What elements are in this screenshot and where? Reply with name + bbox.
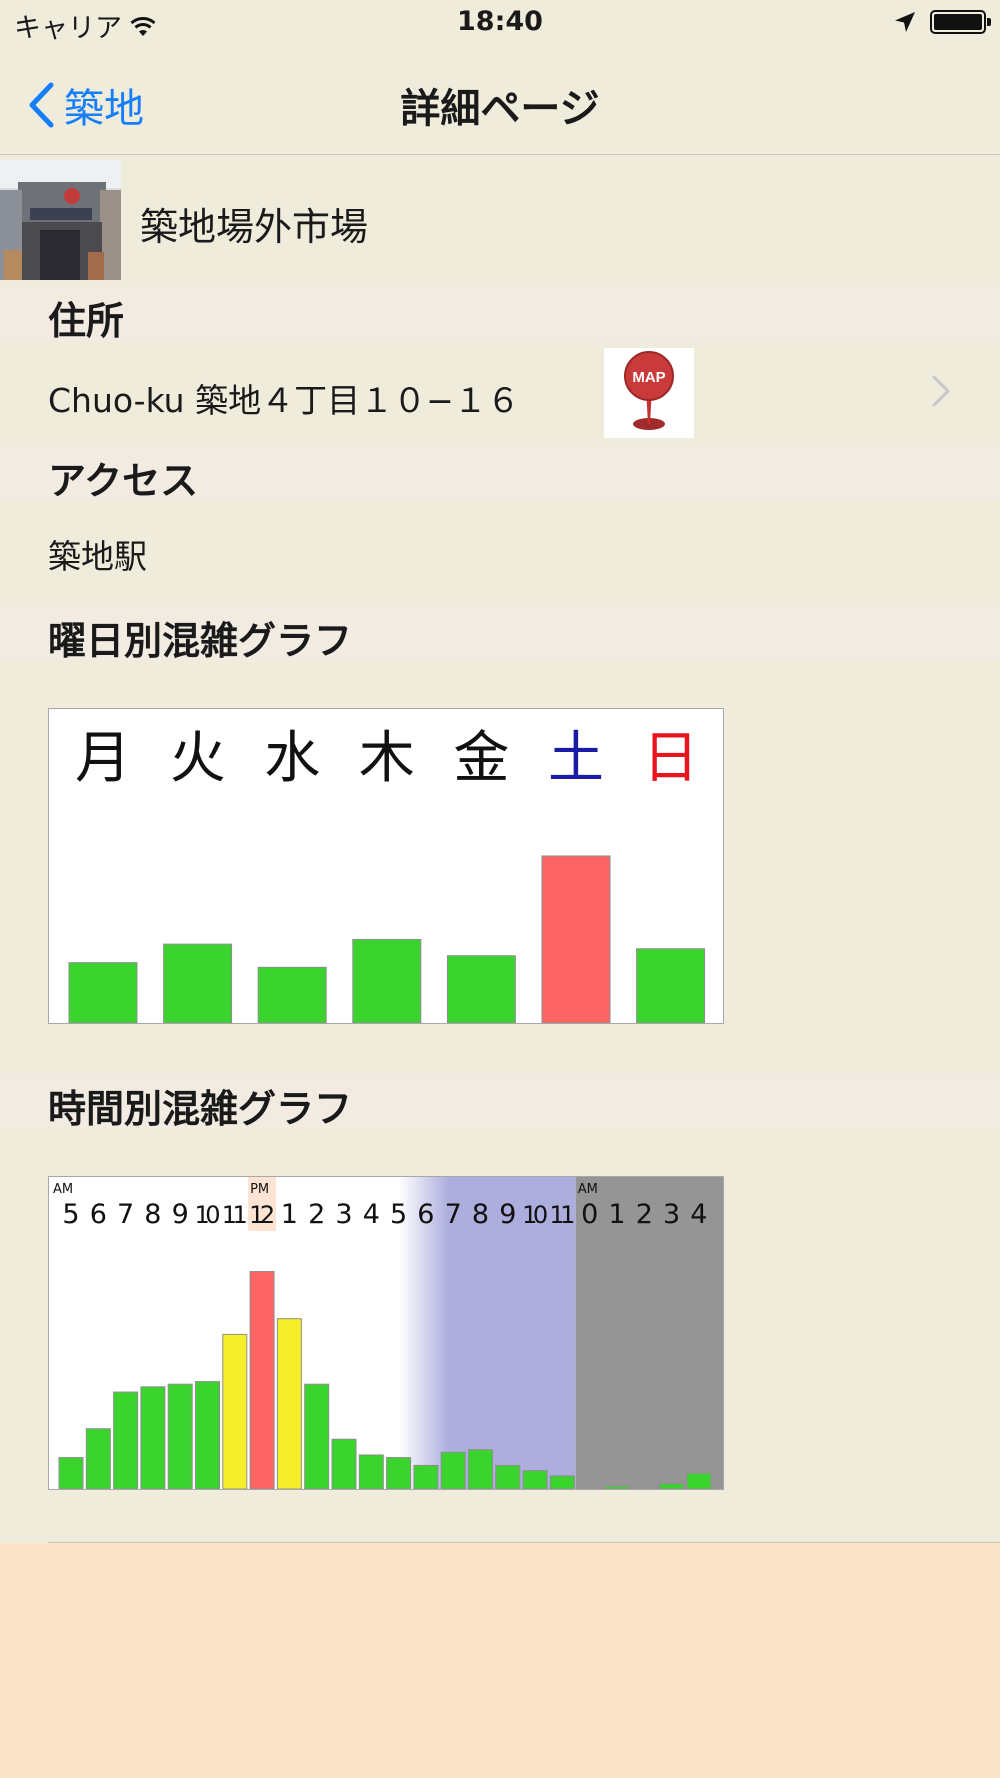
hourly-bar [358, 1454, 384, 1489]
access-section-title: アクセス [48, 459, 199, 503]
battery-icon [930, 10, 991, 34]
hourly-bar [522, 1470, 548, 1489]
hour-label: 2 [636, 1199, 653, 1230]
hour-label: 5 [390, 1199, 407, 1230]
hourly-bar [195, 1381, 220, 1489]
hourly-bar [604, 1485, 630, 1489]
hour-label: 10 [195, 1201, 221, 1229]
hourly-bar [495, 1464, 521, 1489]
weekday-bar [541, 855, 611, 1023]
place-name: 築地場外市場 [140, 205, 369, 249]
weekday-bar [352, 938, 422, 1023]
hourly-bar [167, 1383, 193, 1489]
hour-label: 8 [144, 1199, 161, 1230]
hour-label: 1 [608, 1199, 625, 1230]
place-photo [0, 160, 121, 280]
hourly-bar [468, 1449, 493, 1489]
period-label: PM [250, 1182, 269, 1197]
address-row[interactable]: Chuo-ku 築地４丁目１０−１６ MAP [0, 342, 1000, 446]
hour-label: 9 [172, 1199, 189, 1230]
hour-label: 1 [281, 1199, 298, 1230]
weekday-label: 火 [170, 726, 226, 791]
weekday-chart: 月火水木金土日 [48, 708, 724, 1024]
address-section-header: 住所 [0, 286, 1000, 343]
weekday-label: 日 [643, 726, 699, 791]
hour-label: 2 [308, 1199, 325, 1230]
status-bar-time: 18:40 [457, 6, 543, 37]
hourly-bar [686, 1472, 712, 1489]
weekday-bar [68, 962, 138, 1023]
hourly-bar [659, 1483, 685, 1489]
hour-label: 8 [472, 1199, 489, 1230]
period-label: AM [53, 1182, 73, 1197]
weekday-bar [163, 943, 233, 1023]
page-title: 詳細ページ [400, 86, 600, 132]
weekday-bar [446, 955, 516, 1023]
hour-label: 0 [581, 1199, 598, 1230]
hour-label: 7 [117, 1199, 134, 1230]
location-arrow-icon [895, 12, 915, 32]
hour-label: 11 [549, 1201, 575, 1229]
weekday-chart-svg: 月火水木金土日 [68, 726, 706, 1023]
access-section-header: アクセス [0, 446, 1000, 503]
hour-label: 4 [363, 1199, 380, 1230]
weekday-label: 月 [75, 726, 131, 791]
map-pin-icon[interactable]: MAP [604, 348, 694, 438]
hourly-bar [140, 1386, 166, 1489]
chevron-right-icon [932, 375, 950, 407]
hour-label: 10 [522, 1201, 548, 1229]
address-text: Chuo-ku 築地４丁目１０−１６ [48, 381, 520, 420]
access-text: 築地駅 [48, 537, 147, 576]
status-bar-right [894, 10, 991, 34]
hourly-chart: AM PM AM 5 6 7 8 9 10 11 12 1 2 3 4 5 6 7 8 9 10 11 0 1 2 3 4 [48, 1176, 724, 1490]
hour-label: 5 [62, 1199, 79, 1230]
hourly-bar [440, 1451, 466, 1489]
hourly-bar [58, 1457, 84, 1489]
navigation-bar: 築地 詳細ページ [0, 46, 1000, 155]
hourly-bar [304, 1383, 330, 1489]
hour-label: 6 [417, 1199, 434, 1230]
weekday-label: 金 [453, 726, 509, 791]
footer-area [0, 1543, 1000, 1778]
map-icon-label: MAP [632, 369, 665, 386]
hourly-chart-svg: AM PM AM5 6 7 8 9 10 11 12 1 2 3 4 5 6 7 8 9 10 11 0 1 2 3 4 [53, 1177, 723, 1489]
weekday-label: 土 [548, 726, 604, 791]
hourly-bar [276, 1318, 302, 1489]
hourly-section-header: 時間別混雑グラフ [0, 1074, 1000, 1131]
period-label: AM [578, 1182, 598, 1197]
hourly-bar [113, 1391, 139, 1489]
hourly-bar [222, 1333, 248, 1489]
weekday-label: 水 [264, 726, 320, 791]
weekday-label: 木 [359, 726, 415, 791]
hour-label: 11 [222, 1201, 248, 1229]
hour-label: 7 [445, 1199, 462, 1230]
hour-label: 9 [499, 1199, 516, 1230]
hour-label: 6 [90, 1199, 107, 1230]
hour-label: 4 [690, 1199, 707, 1230]
hourly-bar [413, 1464, 439, 1489]
weekday-bar [636, 948, 706, 1023]
hourly-bar [249, 1271, 275, 1489]
weekday-bar [257, 966, 327, 1023]
hour-label: 12 [249, 1201, 275, 1229]
weekday-section-title: 曜日別混雑グラフ [48, 619, 353, 663]
weekday-section-header: 曜日別混雑グラフ [0, 606, 1000, 663]
hourly-section-title: 時間別混雑グラフ [48, 1087, 353, 1131]
hour-label: 3 [663, 1199, 680, 1230]
address-section-title: 住所 [48, 299, 125, 343]
hour-label: 3 [335, 1199, 352, 1230]
hourly-bar [549, 1475, 575, 1489]
hourly-bar [85, 1428, 111, 1489]
hourly-bar [331, 1438, 357, 1489]
hourly-bar [386, 1457, 412, 1489]
